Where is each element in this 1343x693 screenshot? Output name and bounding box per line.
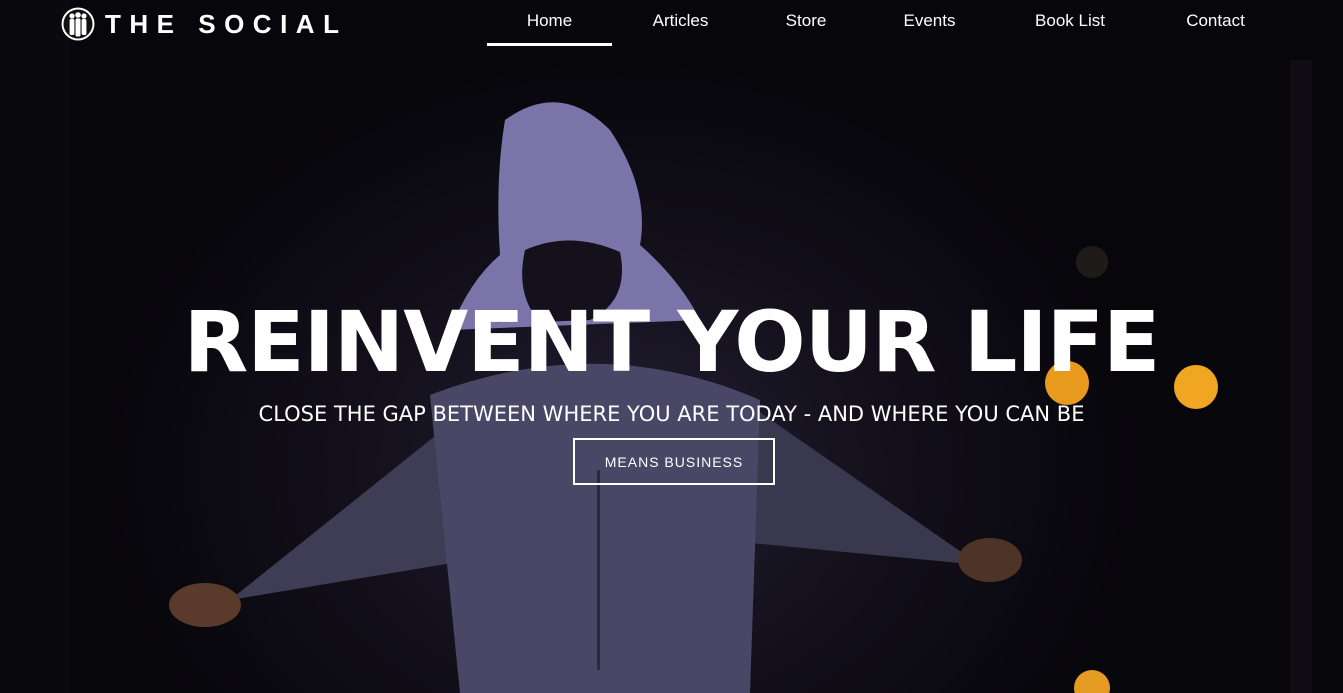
nav-item-contact[interactable]: Contact [1144,0,1287,46]
means-business-button[interactable]: MEANS BUSINESS [573,438,775,485]
nav-item-store[interactable]: Store [749,0,863,46]
nav-item-book-list[interactable]: Book List [996,0,1144,46]
site-header: THE SOCIAL Home Articles Store Events Bo… [0,0,1343,48]
main-nav: Home Articles Store Events Book List Con… [487,0,1287,48]
nav-item-home[interactable]: Home [487,0,612,46]
hero-title: REINVENT YOUR LIFE [183,293,1161,391]
orange-light [1074,670,1110,693]
nav-item-articles[interactable]: Articles [612,0,749,46]
page: THE SOCIAL Home Articles Store Events Bo… [0,0,1343,693]
people-silhouette-icon [61,7,95,41]
logo-text: THE SOCIAL [105,8,348,39]
nav-item-events[interactable]: Events [863,0,996,46]
logo[interactable]: THE SOCIAL [61,6,347,42]
hero-subtitle: CLOSE THE GAP BETWEEN WHERE YOU ARE TODA… [258,402,1085,426]
